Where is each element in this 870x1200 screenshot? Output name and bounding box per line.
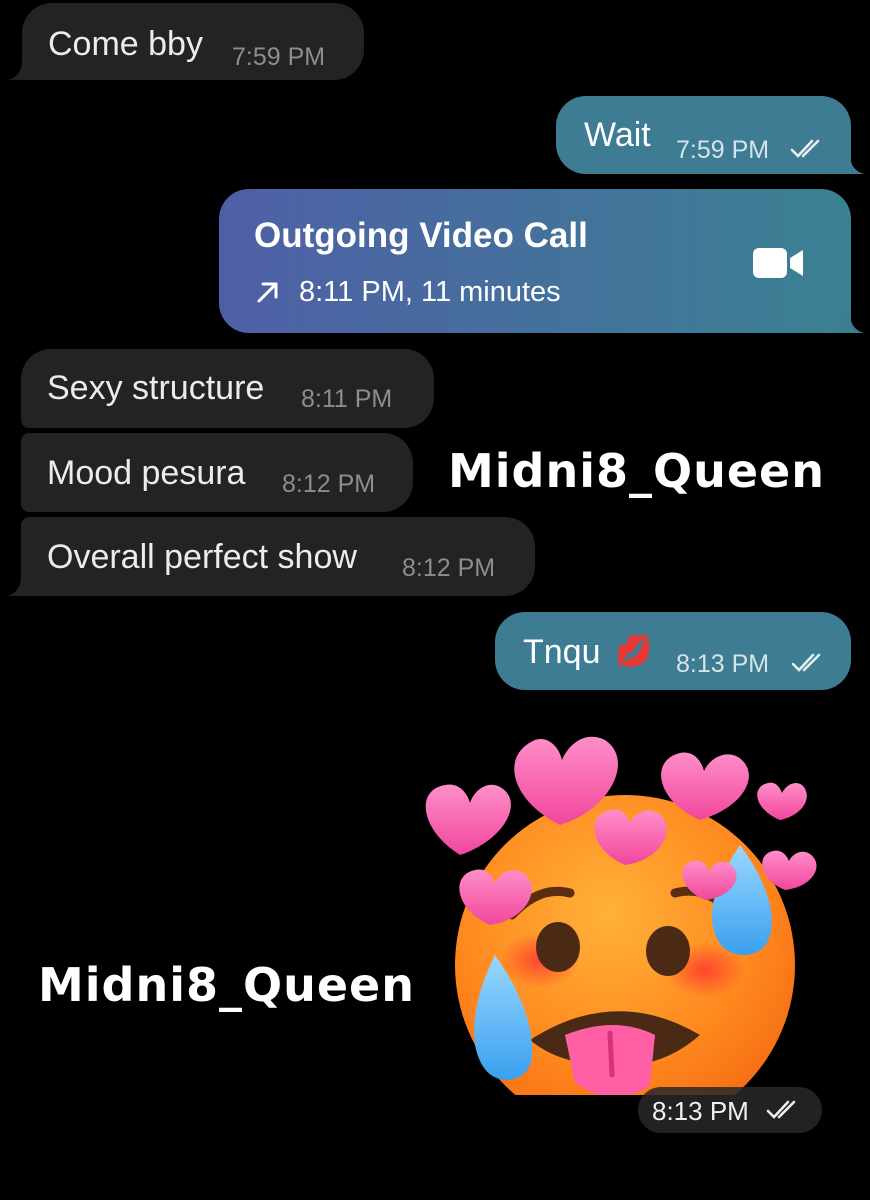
bubble-tail bbox=[7, 576, 27, 596]
video-camera-icon[interactable] bbox=[753, 245, 805, 281]
double-check-icon bbox=[790, 139, 820, 158]
message-bubble-incoming[interactable]: Overall perfect show 8:12 PM bbox=[21, 517, 535, 596]
message-bubble-incoming[interactable]: Sexy structure 8:11 PM bbox=[21, 349, 434, 428]
message-text: Wait bbox=[584, 116, 651, 154]
sticker-time-pill: 8:13 PM bbox=[638, 1087, 822, 1133]
message-text: Overall perfect show bbox=[47, 538, 357, 576]
message-bubble-incoming[interactable]: Mood pesura 8:12 PM bbox=[21, 433, 413, 512]
double-check-icon bbox=[791, 653, 821, 672]
message-time: 8:11 PM bbox=[301, 385, 393, 413]
message-bubble-outgoing[interactable]: Tnqu 💋 8:13 PM bbox=[495, 612, 851, 690]
message-bubble-incoming[interactable]: Come bby 7:59 PM bbox=[22, 3, 364, 80]
call-title: Outgoing Video Call bbox=[254, 216, 588, 255]
message-text: Come bby bbox=[48, 25, 203, 63]
message-text: Tnqu bbox=[523, 633, 601, 671]
kiss-mark-emoji: 💋 bbox=[615, 635, 653, 668]
watermark-text: Midni8_Queen bbox=[448, 444, 825, 498]
call-detail: 8:11 PM, 11 minutes bbox=[299, 276, 561, 308]
video-call-bubble[interactable]: Outgoing Video Call 8:11 PM, 11 minutes bbox=[219, 189, 851, 333]
bubble-tail bbox=[844, 154, 864, 174]
hot-face-hearts-sticker[interactable] bbox=[400, 715, 830, 1095]
double-check-icon bbox=[766, 1100, 796, 1119]
message-time: 7:59 PM bbox=[676, 136, 770, 164]
message-time: 7:59 PM bbox=[232, 43, 326, 71]
bubble-tail bbox=[8, 60, 28, 80]
message-bubble-outgoing[interactable]: Wait 7:59 PM bbox=[556, 96, 851, 174]
message-time: 8:13 PM bbox=[676, 650, 770, 678]
message-time: 8:12 PM bbox=[282, 470, 376, 498]
bubble-tail bbox=[844, 313, 864, 333]
message-time: 8:12 PM bbox=[402, 554, 496, 582]
message-text: Sexy structure bbox=[47, 369, 265, 407]
arrow-up-right-icon bbox=[257, 282, 278, 303]
watermark-text: Midni8_Queen bbox=[38, 958, 415, 1012]
message-time: 8:13 PM bbox=[652, 1096, 749, 1126]
message-text: Mood pesura bbox=[47, 454, 246, 492]
